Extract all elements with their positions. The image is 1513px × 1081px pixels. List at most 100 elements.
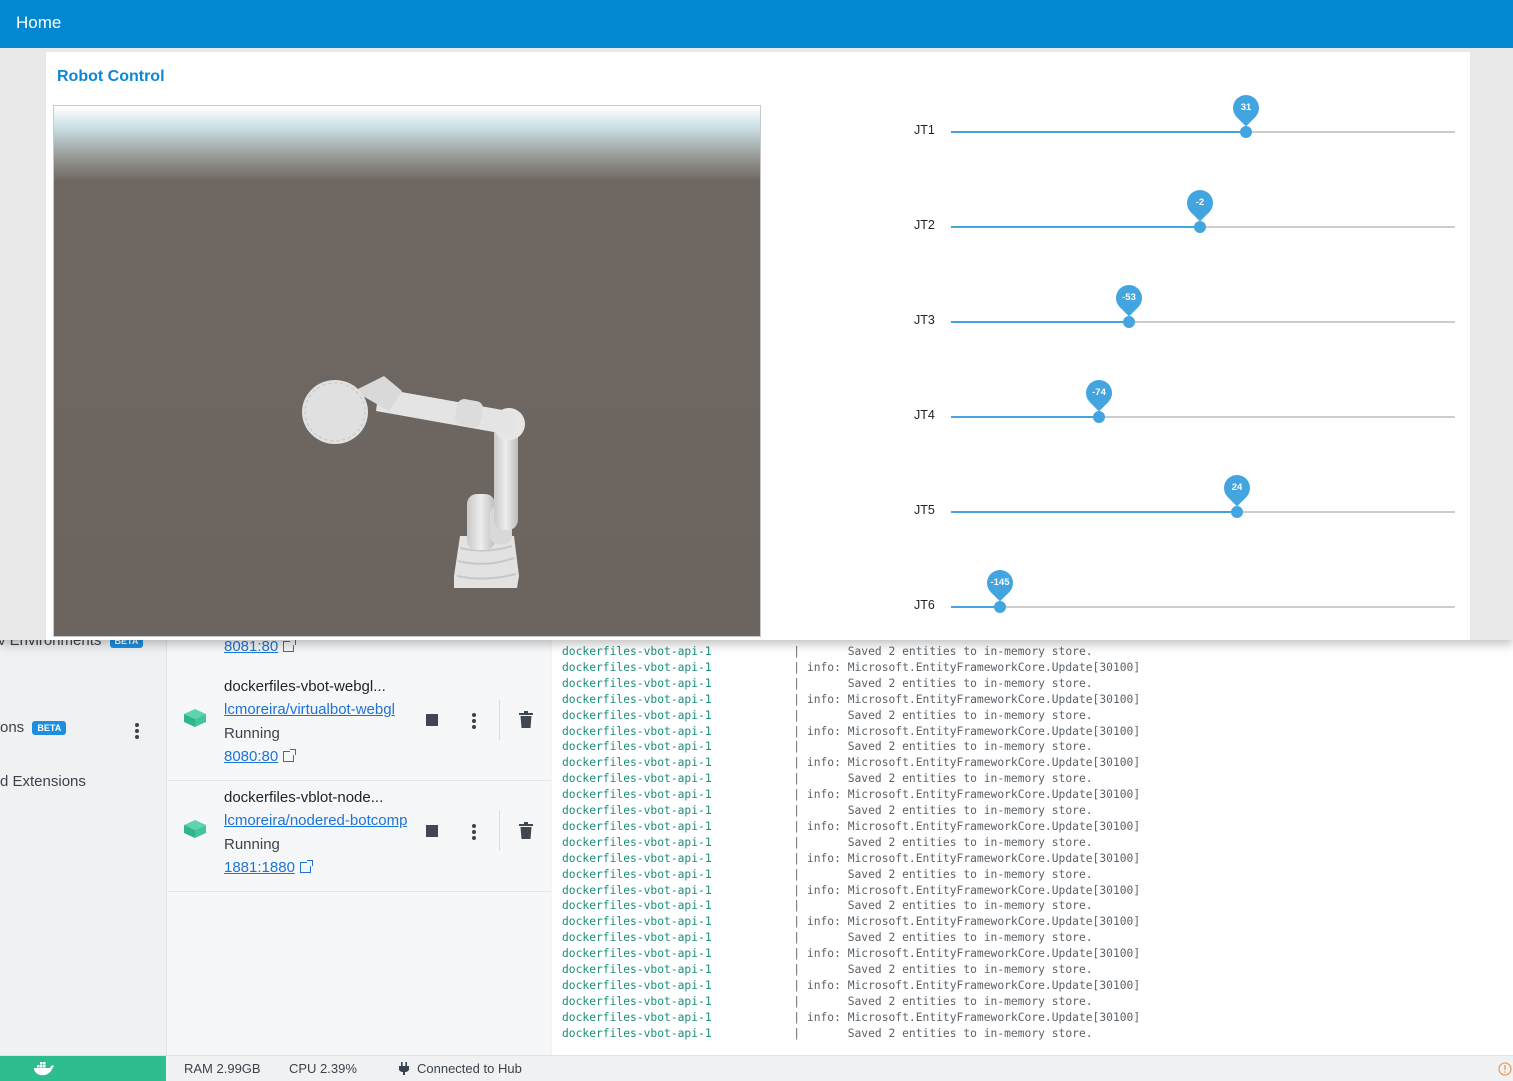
log-line: dockerfiles-vbot-api-1 | Saved 2 entitie… <box>562 867 1093 883</box>
joint-slider-jt6[interactable]: -145 <box>951 564 1455 613</box>
kebab-menu-icon[interactable] <box>135 723 139 741</box>
container-log-output[interactable]: dockerfiles-vbot-api-1 | Saved 2 entitie… <box>552 640 1513 1055</box>
external-link-icon <box>283 639 297 652</box>
port-link[interactable]: 8080:80 <box>224 748 297 765</box>
log-service-name: dockerfiles-vbot-api-1 <box>562 947 712 961</box>
slider-value-label: 24 <box>1231 482 1243 493</box>
status-bar: RAM 2.99GB CPU 2.39% Connected to Hub <box>0 1055 1513 1081</box>
log-message: Saved 2 entities to in-memory store. <box>806 804 1093 817</box>
divider <box>499 811 500 851</box>
joint-slider-jt1[interactable]: 31 <box>951 89 1455 138</box>
sidebar-item-label: ons <box>0 719 25 736</box>
log-message: Saved 2 entities to in-memory store. <box>806 931 1093 945</box>
joint-label-jt6: JT6 <box>914 598 935 612</box>
stop-icon[interactable] <box>426 825 438 837</box>
slider-value-label: -53 <box>1122 292 1136 303</box>
joint-slider-jt5[interactable]: 24 <box>951 469 1455 518</box>
container-status: Running <box>224 725 280 742</box>
log-line: dockerfiles-vbot-api-1 | Saved 2 entitie… <box>562 962 1093 978</box>
log-line: dockerfiles-vbot-api-1 | Saved 2 entitie… <box>562 803 1093 819</box>
joint-label-jt1: JT1 <box>914 123 935 137</box>
hub-connection-status: Connected to Hub <box>417 1061 522 1076</box>
log-line: dockerfiles-vbot-api-1 | Saved 2 entitie… <box>562 708 1093 724</box>
port-link[interactable]: 1881:1880 <box>224 859 313 876</box>
log-message: Saved 2 entities to in-memory store. <box>806 676 1093 690</box>
log-service-name: dockerfiles-vbot-api-1 <box>562 931 712 945</box>
container-cube-icon <box>184 709 206 727</box>
slider-thumb[interactable] <box>994 601 1006 613</box>
ram-usage: RAM 2.99GB <box>184 1061 261 1076</box>
joint-label-jt4: JT4 <box>914 408 935 422</box>
log-service-name: dockerfiles-vbot-api-1 <box>562 963 712 976</box>
log-service-name: dockerfiles-vbot-api-1 <box>562 724 712 738</box>
log-message: info: Microsoft.EntityFrameworkCore.Upda… <box>806 915 1141 929</box>
log-line: dockerfiles-vbot-api-1 | Saved 2 entitie… <box>562 739 1093 755</box>
log-message: info: Microsoft.EntityFrameworkCore.Upda… <box>806 756 1141 770</box>
trash-icon[interactable] <box>519 822 533 839</box>
log-line: dockerfiles-vbot-api-1 | Saved 2 entitie… <box>562 771 1093 787</box>
log-message: info: Microsoft.EntityFrameworkCore.Upda… <box>806 1010 1141 1024</box>
external-link-icon <box>299 860 313 873</box>
log-service-name: dockerfiles-vbot-api-1 <box>562 740 712 754</box>
sidebar-item-add-extensions[interactable]: d Extensions <box>0 773 86 790</box>
external-link-icon <box>283 749 297 762</box>
log-line: dockerfiles-vbot-api-1 | info: Microsoft… <box>562 819 1140 835</box>
log-service-name: dockerfiles-vbot-api-1 <box>562 835 712 849</box>
kebab-menu-icon[interactable] <box>472 824 476 842</box>
log-message: info: Microsoft.EntityFrameworkCore.Upda… <box>806 692 1141 706</box>
sidebar-item-extensions[interactable]: ons BETA <box>0 719 67 736</box>
robot-3d-viewport[interactable] <box>53 105 761 637</box>
log-service-name: dockerfiles-vbot-api-1 <box>562 708 712 722</box>
container-name[interactable]: dockerfiles-vblot-node... <box>224 789 383 806</box>
slider-thumb[interactable] <box>1231 506 1243 518</box>
container-row[interactable]: dockerfiles-vbot-webgl... lcmoreira/virt… <box>167 670 551 781</box>
stop-icon[interactable] <box>426 714 438 726</box>
joint-slider-jt4[interactable]: -74 <box>951 374 1455 423</box>
log-message: Saved 2 entities to in-memory store. <box>806 740 1093 754</box>
slider-value-label: -74 <box>1092 387 1106 398</box>
log-service-name: dockerfiles-vbot-api-1 <box>562 978 712 992</box>
log-message: Saved 2 entities to in-memory store. <box>806 899 1093 913</box>
log-message: info: Microsoft.EntityFrameworkCore.Upda… <box>806 660 1141 674</box>
slider-thumb[interactable] <box>1194 221 1206 233</box>
home-nav-title[interactable]: Home <box>16 13 61 33</box>
docker-engine-status[interactable] <box>0 1056 166 1081</box>
joint-label-jt3: JT3 <box>914 313 935 327</box>
log-service-name: dockerfiles-vbot-api-1 <box>562 692 712 706</box>
sidebar-item-label: d Extensions <box>0 773 86 790</box>
slider-thumb[interactable] <box>1093 411 1105 423</box>
log-service-name: dockerfiles-vbot-api-1 <box>562 1026 712 1040</box>
log-service-name: dockerfiles-vbot-api-1 <box>562 819 712 833</box>
container-name[interactable]: dockerfiles-vbot-webgl... <box>224 678 386 695</box>
container-image-link[interactable]: lcmoreira/nodered-botcomp <box>224 812 407 829</box>
robot-control-app: Home Robot Control JT1 31 JT2 -2 JT3 -53… <box>0 0 1513 640</box>
log-message: info: Microsoft.EntityFrameworkCore.Upda… <box>806 883 1141 897</box>
kebab-menu-icon[interactable] <box>472 713 476 731</box>
info-icon[interactable] <box>1498 1062 1512 1076</box>
port-link[interactable]: 8081:80 <box>224 638 297 655</box>
log-message: info: Microsoft.EntityFrameworkCore.Upda… <box>806 947 1141 961</box>
panel-title: Robot Control <box>57 68 165 85</box>
log-line: dockerfiles-vbot-api-1 | info: Microsoft… <box>562 755 1140 771</box>
log-service-name: dockerfiles-vbot-api-1 <box>562 851 712 865</box>
slider-value-label: -145 <box>990 577 1010 588</box>
trash-icon[interactable] <box>519 711 533 728</box>
log-service-name: dockerfiles-vbot-api-1 <box>562 867 712 881</box>
divider <box>499 700 500 740</box>
log-message: Saved 2 entities to in-memory store. <box>806 835 1093 849</box>
slider-fill <box>951 511 1237 513</box>
log-line: dockerfiles-vbot-api-1 | Saved 2 entitie… <box>562 1026 1093 1042</box>
log-service-name: dockerfiles-vbot-api-1 <box>562 883 712 897</box>
log-service-name: dockerfiles-vbot-api-1 <box>562 645 712 658</box>
log-line: dockerfiles-vbot-api-1 | info: Microsoft… <box>562 946 1140 962</box>
slider-fill <box>951 606 1000 608</box>
slider-value-label: -2 <box>1195 197 1205 208</box>
log-line: dockerfiles-vbot-api-1 | Saved 2 entitie… <box>562 930 1093 946</box>
joint-slider-jt3[interactable]: -53 <box>951 279 1455 328</box>
container-row[interactable]: dockerfiles-vblot-node... lcmoreira/node… <box>167 781 551 892</box>
joint-slider-jt2[interactable]: -2 <box>951 184 1455 233</box>
log-service-name: dockerfiles-vbot-api-1 <box>562 804 712 817</box>
container-image-link[interactable]: lcmoreira/virtualbot-webgl <box>224 701 407 718</box>
slider-thumb[interactable] <box>1123 316 1135 328</box>
slider-thumb[interactable] <box>1240 126 1252 138</box>
